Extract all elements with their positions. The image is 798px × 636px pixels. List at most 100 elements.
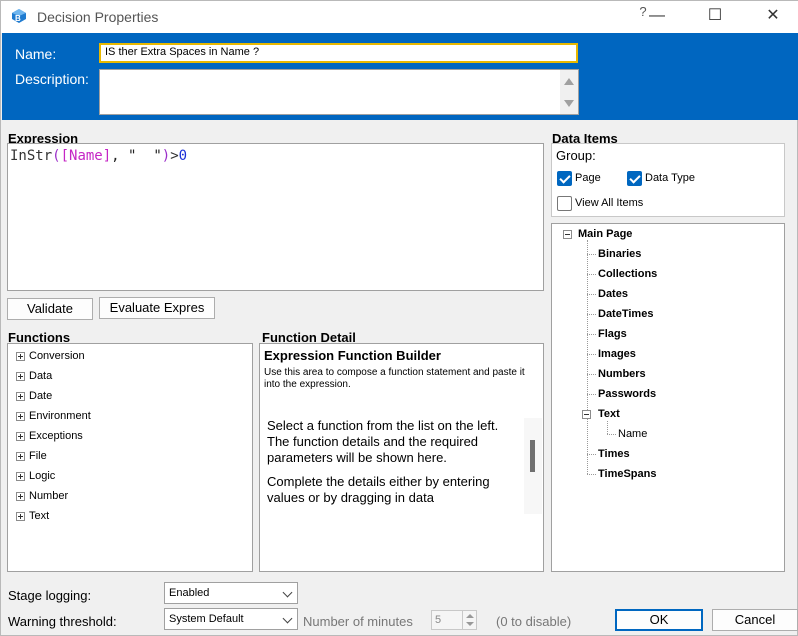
tree-connector (587, 254, 596, 255)
tree-connector (587, 314, 596, 315)
stage-logging-value: Enabled (169, 587, 210, 599)
expand-icon[interactable] (16, 451, 25, 461)
data-type-checkbox[interactable] (627, 171, 642, 186)
expr-function-token: InStr (10, 148, 53, 164)
stage-logging-select[interactable]: Enabled (164, 582, 298, 604)
tree-connector (607, 421, 608, 434)
scroll-down-icon[interactable] (564, 100, 574, 107)
view-all-items-checkbox[interactable] (557, 196, 572, 211)
expr-number-token: 0 (178, 148, 188, 164)
tree-item-text[interactable]: Text (598, 407, 620, 421)
expand-icon[interactable] (16, 391, 25, 401)
tree-item[interactable]: Flags (598, 327, 627, 341)
chevron-down-icon (282, 613, 293, 624)
disable-hint: (0 to disable) (496, 614, 572, 629)
expr-operator: > (170, 148, 179, 164)
warning-threshold-label: Warning threshold: (8, 614, 117, 629)
expand-icon[interactable] (16, 411, 25, 421)
tree-item[interactable]: Collections (598, 267, 657, 281)
collapse-icon[interactable] (563, 230, 572, 239)
minutes-label: Number of minutes (303, 614, 413, 629)
collapse-icon[interactable] (582, 410, 591, 419)
expand-icon[interactable] (16, 511, 25, 521)
function-item[interactable]: Data (16, 368, 52, 388)
scroll-thumb[interactable] (530, 440, 535, 472)
function-item[interactable]: Date (16, 388, 52, 408)
description-label: Description: (15, 71, 89, 87)
function-detail-body: Select a function from the list on the l… (267, 418, 517, 514)
up-arrow-icon[interactable] (466, 614, 474, 618)
tree-connector (587, 334, 596, 335)
expand-icon[interactable] (16, 351, 25, 361)
warning-threshold-select[interactable]: System Default (164, 608, 298, 630)
function-item[interactable]: Logic (16, 468, 55, 488)
expand-icon[interactable] (16, 491, 25, 501)
down-arrow-icon[interactable] (466, 622, 474, 626)
functions-tree: Conversion Data Date Environment Excepti… (7, 343, 253, 572)
function-detail-heading: Expression Function Builder (264, 348, 441, 363)
maximize-button[interactable]: ☐ (695, 5, 735, 29)
name-input[interactable]: IS ther Extra Spaces in Name ? (99, 43, 578, 63)
description-scrollbar[interactable] (560, 70, 578, 114)
function-item[interactable]: Environment (16, 408, 91, 428)
name-label: Name: (15, 46, 57, 62)
app-icon: B (12, 9, 26, 23)
description-field[interactable] (99, 69, 579, 115)
cancel-button[interactable]: Cancel (712, 609, 798, 631)
tree-item[interactable]: TimeSpans (598, 467, 657, 481)
tree-connector (587, 294, 596, 295)
detail-paragraph: Select a function from the list on the l… (267, 418, 499, 465)
data-type-checkbox-label: Data Type (645, 172, 695, 184)
expr-field-token: [Name] (60, 148, 112, 164)
window-title: Decision Properties (37, 9, 159, 25)
tree-item-name[interactable]: Name (618, 427, 647, 441)
expression-editor[interactable]: InStr([Name], " ")>0 (7, 143, 544, 291)
stepper-arrows[interactable] (462, 611, 476, 629)
ok-button[interactable]: OK (615, 609, 703, 631)
function-item[interactable]: Conversion (16, 348, 85, 368)
tree-item[interactable]: Numbers (598, 367, 646, 381)
expr-close-paren: ) (161, 148, 171, 164)
detail-paragraph: Complete the details either by entering … (267, 474, 490, 505)
tree-item[interactable]: Binaries (598, 247, 641, 261)
expr-string-token: " " (128, 148, 162, 164)
tree-item[interactable]: DateTimes (598, 307, 653, 321)
tree-root-main-page[interactable]: Main Page (578, 227, 632, 241)
function-item[interactable]: Text (16, 508, 49, 528)
svg-text:B: B (15, 14, 21, 23)
decision-properties-window: B Decision Properties ? — ☐ ✕ Name: IS t… (0, 0, 798, 636)
validate-button[interactable]: Validate (7, 298, 93, 320)
function-item[interactable]: Number (16, 488, 68, 508)
function-item[interactable]: Exceptions (16, 428, 83, 448)
expr-open-paren: ( (52, 148, 61, 164)
minimize-button[interactable]: — (637, 5, 677, 29)
evaluate-expression-button[interactable]: Evaluate Expres (99, 297, 215, 319)
chevron-down-icon (282, 587, 293, 598)
tree-connector (607, 434, 616, 435)
page-checkbox-label: Page (575, 172, 601, 184)
data-items-tree: Main Page Binaries Collections Dates Dat… (551, 223, 785, 572)
tree-item[interactable]: Dates (598, 287, 628, 301)
tree-item[interactable]: Images (598, 347, 636, 361)
detail-scrollbar[interactable] (524, 418, 542, 514)
group-options: Group: Page Data Type View All Items (551, 143, 785, 217)
expand-icon[interactable] (16, 371, 25, 381)
minutes-value: 5 (435, 614, 442, 626)
expr-comma: , (111, 148, 129, 164)
properties-header: Name: IS ther Extra Spaces in Name ? Des… (2, 33, 798, 120)
tree-connector (587, 474, 596, 475)
view-all-items-label: View All Items (575, 197, 644, 209)
tree-connector (587, 274, 596, 275)
tree-connector (587, 354, 596, 355)
title-bar: B Decision Properties ? — ☐ ✕ (1, 1, 798, 33)
tree-item[interactable]: Times (598, 447, 630, 461)
minutes-stepper[interactable]: 5 (431, 610, 477, 630)
close-button[interactable]: ✕ (753, 5, 793, 29)
page-checkbox[interactable] (557, 171, 572, 186)
function-item[interactable]: File (16, 448, 47, 468)
tree-connector (587, 374, 596, 375)
tree-item[interactable]: Passwords (598, 387, 656, 401)
expand-icon[interactable] (16, 431, 25, 441)
expand-icon[interactable] (16, 471, 25, 481)
scroll-up-icon[interactable] (564, 78, 574, 85)
